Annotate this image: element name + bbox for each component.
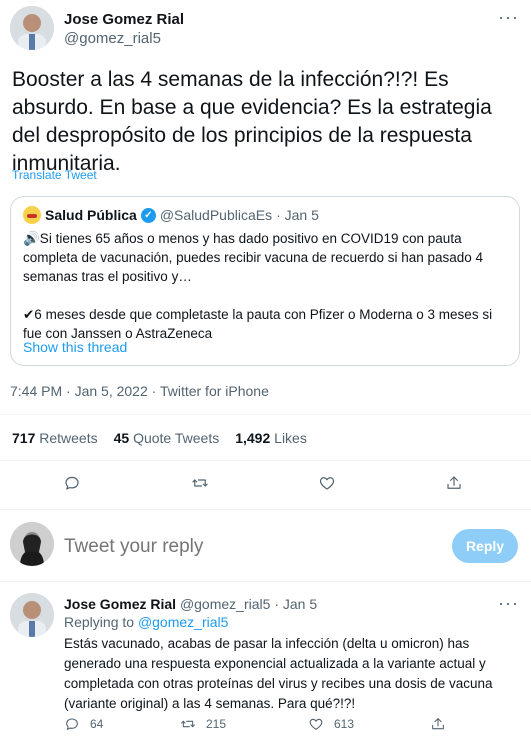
reply-date[interactable]: · Jan 5 (274, 596, 317, 612)
replying-to-line: Replying to @gomez_rial5 (64, 614, 228, 630)
quote-tweets-stat[interactable]: 45 Quote Tweets (114, 430, 220, 446)
reply-author-handle[interactable]: @gomez_rial5 (180, 596, 270, 612)
quoted-account-name: Salud Pública (45, 207, 137, 223)
replying-to-handle-link[interactable]: @gomez_rial5 (138, 614, 228, 630)
retweets-label: Retweets (39, 430, 98, 446)
reply-author-avatar[interactable] (10, 593, 54, 637)
show-thread-link[interactable]: Show this thread (23, 339, 127, 355)
tweet-text: Booster a las 4 semanas de la infección?… (12, 68, 492, 175)
likes-stat[interactable]: 1,492 Likes (235, 430, 307, 446)
verified-badge-icon: ✓ (140, 207, 156, 223)
reply-author-name[interactable]: Jose Gomez Rial (64, 596, 176, 612)
likes-count: 1,492 (235, 430, 271, 446)
engagement-stats: 717 Retweets 45 Quote Tweets 1,492 Likes (12, 430, 307, 446)
share-icon[interactable] (445, 474, 463, 492)
comment-icon[interactable] (63, 474, 81, 492)
comment-icon[interactable]: 64 (64, 716, 103, 732)
quoted-tweet-card[interactable]: Salud Pública ✓ @SaludPublicaEs · Jan 5 … (10, 196, 520, 366)
divider (0, 460, 531, 461)
author-name[interactable]: Jose Gomez Rial (64, 11, 184, 28)
divider (0, 581, 531, 582)
retweets-count: 717 (12, 430, 36, 446)
author-avatar-image (10, 6, 54, 50)
divider (0, 414, 531, 415)
reply-composer: Reply (0, 520, 531, 578)
more-horizontal-icon[interactable]: ··· (498, 8, 519, 26)
reply-like-count: 613 (334, 717, 355, 731)
author-handle[interactable]: @gomez_rial5 (64, 30, 161, 47)
reply-tweet-text: Estás vacunado, acabas de pasar la infec… (64, 636, 493, 711)
translate-tweet-link[interactable]: Translate Tweet (12, 168, 97, 182)
more-horizontal-icon[interactable]: ··· (498, 594, 519, 612)
reply-button[interactable]: Reply (452, 529, 518, 563)
divider (0, 509, 531, 510)
quoted-account-handle: @SaludPublicaEs (159, 207, 273, 223)
heart-icon[interactable]: 613 (308, 716, 354, 732)
quoted-account-avatar (23, 206, 41, 224)
quoted-tweet-text: 🔊Si tienes 65 años o menos y has dado po… (23, 229, 511, 343)
reply-retweet-count: 215 (206, 717, 227, 731)
author-avatar[interactable] (10, 6, 54, 50)
quote-tweets-label: Quote Tweets (133, 430, 220, 446)
reply-input[interactable] (64, 536, 424, 558)
reply-author-avatar-image (10, 593, 54, 637)
replying-to-prefix: Replying to (64, 614, 135, 630)
tweet-timestamp[interactable]: 7:44 PM · Jan 5, 2022 · Twitter for iPho… (10, 383, 269, 399)
retweet-icon[interactable]: 215 (180, 716, 226, 732)
quote-tweets-count: 45 (113, 430, 130, 446)
likes-label: Likes (274, 430, 307, 446)
quoted-tweet-paragraph-2: ✔6 meses desde que completaste la pauta … (23, 307, 493, 341)
reply-comment-count: 64 (90, 717, 104, 731)
current-user-avatar-image (10, 522, 54, 566)
quoted-tweet-date: · Jan 5 (276, 207, 319, 223)
retweet-icon[interactable] (191, 474, 209, 492)
quoted-tweet-paragraph-1: 🔊Si tienes 65 años o menos y has dado po… (23, 231, 484, 284)
current-user-avatar[interactable] (10, 522, 54, 566)
share-icon[interactable] (430, 716, 446, 732)
retweets-stat[interactable]: 717 Retweets (12, 430, 98, 446)
heart-icon[interactable] (318, 474, 336, 492)
